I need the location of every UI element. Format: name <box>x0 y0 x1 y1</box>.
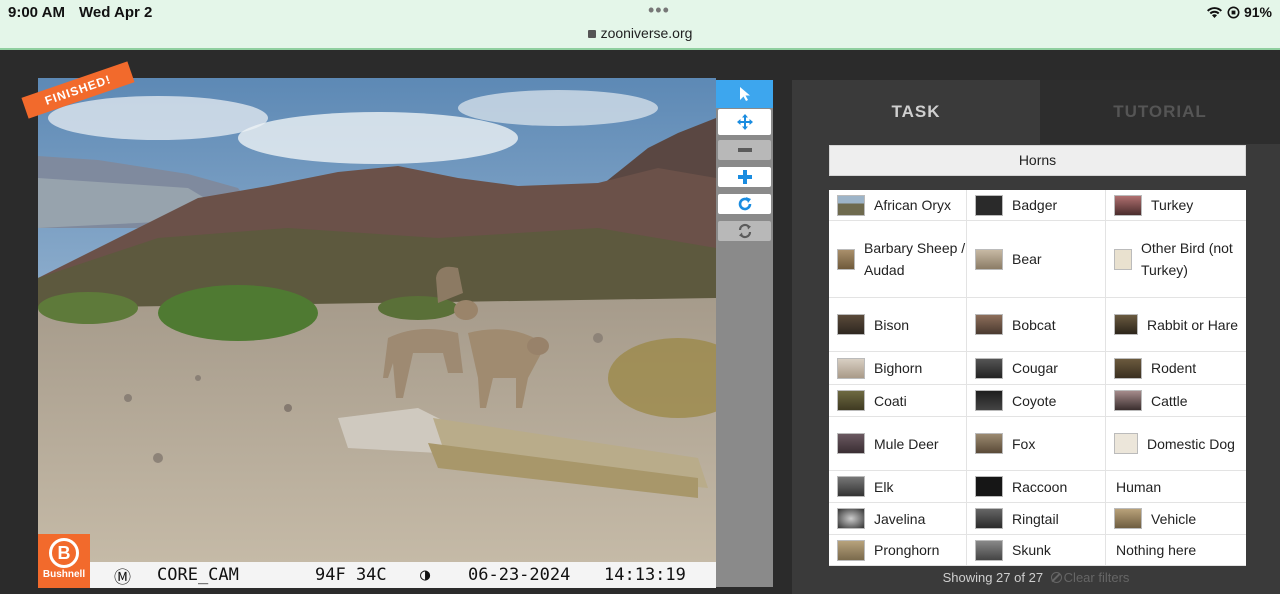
species-badger[interactable]: Badger <box>967 190 1106 221</box>
species-cattle[interactable]: Cattle <box>1106 385 1246 417</box>
camera-mode: Ⓜ <box>114 567 131 588</box>
pointer-icon[interactable] <box>716 80 773 108</box>
species-fox[interactable]: Fox <box>967 417 1106 471</box>
species-thumbnail <box>1114 357 1142 379</box>
species-thumbnail <box>1114 508 1142 529</box>
species-thumbnail <box>975 357 1003 379</box>
results-footer: Showing 27 of 27 Clear filters <box>792 570 1280 585</box>
results-count: Showing 27 of 27 <box>942 570 1044 585</box>
species-thumbnail <box>837 433 865 454</box>
species-thumbnail <box>975 314 1003 335</box>
more-dots-icon[interactable]: ••• <box>648 0 670 21</box>
species-thumbnail <box>837 248 855 270</box>
species-thumbnail <box>1114 248 1132 270</box>
species-thumbnail <box>975 508 1003 529</box>
move-icon[interactable] <box>718 109 771 135</box>
task-panel: TASK TUTORIAL Horns African Oryx Badger … <box>792 80 1280 594</box>
image-toolbar <box>716 80 773 587</box>
species-ringtail[interactable]: Ringtail <box>967 503 1106 535</box>
clear-filters-icon <box>1050 572 1062 583</box>
species-cougar[interactable]: Cougar <box>967 352 1106 385</box>
species-elk[interactable]: Elk <box>829 471 967 503</box>
species-thumbnail <box>1114 433 1138 454</box>
species-barbary-sheep[interactable]: Barbary Sheep / Audad <box>829 221 967 298</box>
zoom-in-icon[interactable] <box>718 167 771 187</box>
species-thumbnail <box>837 194 865 216</box>
species-vehicle[interactable]: Vehicle <box>1106 503 1246 535</box>
reset-icon[interactable] <box>718 221 771 241</box>
species-pronghorn[interactable]: Pronghorn <box>829 535 967 566</box>
species-bobcat[interactable]: Bobcat <box>967 298 1106 352</box>
species-bear[interactable]: Bear <box>967 221 1106 298</box>
species-other-bird[interactable]: Other Bird (not Turkey) <box>1106 221 1246 298</box>
zoom-out-icon[interactable] <box>718 140 771 160</box>
address-bar[interactable]: zooniverse.org <box>0 25 1280 41</box>
url-text: zooniverse.org <box>600 25 693 41</box>
species-bighorn[interactable]: Bighorn <box>829 352 967 385</box>
species-raccoon[interactable]: Raccoon <box>967 471 1106 503</box>
species-human[interactable]: Human <box>1106 471 1246 503</box>
species-thumbnail <box>975 476 1003 497</box>
species-thumbnail <box>975 433 1003 454</box>
battery-percent: 91% <box>1243 4 1272 20</box>
subject-image[interactable]: Ⓜ CORE_CAM 94F 34C ◑ 06-23-2024 14:13:19… <box>38 78 716 588</box>
status-indicators: 91% <box>1206 4 1272 20</box>
species-thumbnail <box>837 390 865 411</box>
camera-name: CORE_CAM <box>157 565 239 585</box>
species-turkey[interactable]: Turkey <box>1106 190 1246 221</box>
species-thumbnail <box>975 390 1003 411</box>
species-coati[interactable]: Coati <box>829 385 967 417</box>
species-coyote[interactable]: Coyote <box>967 385 1106 417</box>
species-african-oryx[interactable]: African Oryx <box>829 190 967 221</box>
panel-tabs: TASK TUTORIAL <box>792 80 1280 144</box>
species-thumbnail <box>837 508 865 529</box>
status-date: Wed Apr 2 <box>79 4 153 21</box>
species-thumbnail <box>975 194 1003 216</box>
species-thumbnail <box>975 248 1003 270</box>
bushnell-logo: B Bushnell <box>38 534 90 588</box>
camera-time: 14:13:19 <box>604 565 686 585</box>
rotate-icon[interactable] <box>718 194 771 214</box>
species-thumbnail <box>1114 194 1142 216</box>
species-grid: African Oryx Badger Turkey Barbary Sheep… <box>829 190 1246 566</box>
status-time: 9:00 AM <box>8 4 65 21</box>
species-thumbnail <box>837 357 865 379</box>
species-nothing-here[interactable]: Nothing here <box>1106 535 1246 566</box>
species-thumbnail <box>837 314 865 335</box>
species-mule-deer[interactable]: Mule Deer <box>829 417 967 471</box>
moon-phase-icon: ◑ <box>420 565 431 585</box>
filter-horns-button[interactable]: Horns <box>829 145 1246 176</box>
wifi-icon <box>1206 6 1222 18</box>
clear-filters-button[interactable]: Clear filters <box>1064 570 1130 585</box>
species-bison[interactable]: Bison <box>829 298 967 352</box>
species-skunk[interactable]: Skunk <box>967 535 1106 566</box>
orientation-lock-icon <box>1227 6 1240 18</box>
camera-info-strip: Ⓜ CORE_CAM 94F 34C ◑ 06-23-2024 14:13:19 <box>38 562 716 588</box>
species-thumbnail <box>1114 390 1142 411</box>
species-thumbnail <box>837 476 865 497</box>
species-domestic-dog[interactable]: Domestic Dog <box>1106 417 1246 471</box>
camera-trap-photo <box>38 78 716 562</box>
species-thumbnail <box>975 539 1003 561</box>
species-rodent[interactable]: Rodent <box>1106 352 1246 385</box>
species-thumbnail <box>837 539 865 561</box>
camera-temperature: 94F 34C <box>315 565 387 585</box>
species-thumbnail <box>1114 314 1138 335</box>
species-javelina[interactable]: Javelina <box>829 503 967 535</box>
status-bar: 9:00 AM Wed Apr 2 ••• zooniverse.org 91% <box>0 0 1280 50</box>
lock-icon <box>587 30 596 38</box>
species-rabbit-or-hare[interactable]: Rabbit or Hare <box>1106 298 1246 352</box>
camera-date: 06-23-2024 <box>468 565 571 585</box>
tab-tutorial[interactable]: TUTORIAL <box>1040 80 1280 144</box>
tab-task[interactable]: TASK <box>792 80 1040 144</box>
